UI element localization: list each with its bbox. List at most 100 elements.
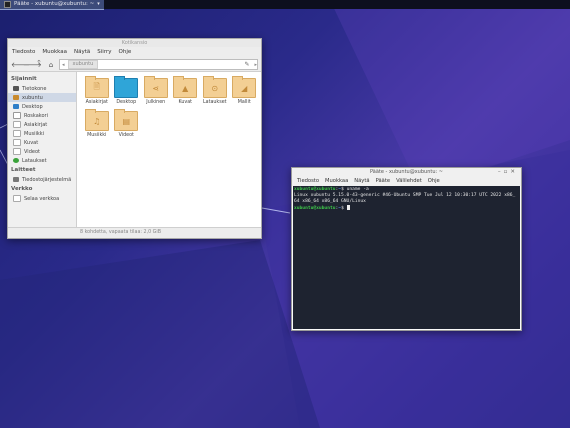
sidebar-label: Selaa verkkoa <box>24 195 60 202</box>
sidebar: Sijainnit Tietokone xubuntu Desktop Rosk… <box>8 72 77 228</box>
sidebar-item-downloads[interactable]: Lataukset <box>8 156 76 165</box>
sidebar-item-documents[interactable]: Asiakirjat <box>8 120 76 129</box>
templates-folder-icon: ◢ <box>232 76 257 98</box>
document-folder-icon: 🗎 <box>84 76 109 98</box>
videos-icon <box>13 148 21 155</box>
file-label: Videot <box>118 133 134 138</box>
terminal-line: xubuntu@xubuntu:~$ <box>294 205 519 212</box>
share-folder-icon: ⋖ <box>143 76 168 98</box>
window-title[interactable]: Kotikansio <box>8 39 261 47</box>
file-item-public[interactable]: ⋖ Julkinen <box>141 76 171 105</box>
downloads-folder-icon: ⊙ <box>202 76 227 98</box>
sidebar-item-browse-network[interactable]: Selaa verkkoa <box>8 194 76 203</box>
menu-item[interactable]: Muokkaa <box>325 177 348 186</box>
menu-item[interactable]: Näytä <box>354 177 369 186</box>
file-label: Kuvat <box>178 100 193 105</box>
file-label: Musiikki <box>87 133 107 138</box>
file-label: Desktop <box>116 100 137 105</box>
taskbar-label: Pääte - xubuntu@xubuntu: ~ <box>14 0 95 7</box>
file-item-documents[interactable]: 🗎 Asiakirjat <box>82 76 112 105</box>
file-item-desktop[interactable]: Desktop <box>112 76 142 105</box>
window-title[interactable]: Pääte - xubuntu@xubuntu: ~ –▫✕ <box>292 168 521 177</box>
sidebar-heading-places: Sijainnit <box>11 76 37 82</box>
videos-folder-icon: ▤ <box>114 109 139 131</box>
file-view[interactable]: 🗎 Asiakirjat Desktop ⋖ Julkinen ▲ Kuvat ⊙ La… <box>77 72 261 228</box>
sidebar-item-home[interactable]: xubuntu <box>8 93 76 102</box>
taskbar-button-terminal[interactable]: Pääte - xubuntu@xubuntu: ~ ▾ <box>0 0 104 10</box>
status-text: 8 kohdetta, vapaata tilaa: 2,0 GiB <box>80 230 162 235</box>
sidebar-label: Lataukset <box>22 157 47 164</box>
menu-item[interactable]: Pääte <box>376 177 390 186</box>
downloads-icon <box>13 158 19 163</box>
menu-bar: Tiedosto Muokkaa Näytä Siirry Ohje <box>8 47 261 58</box>
location-bar[interactable]: ◂ xubuntu ✎ ▸ <box>59 59 258 70</box>
file-label: Julkinen <box>146 100 166 105</box>
breadcrumb-home[interactable]: xubuntu <box>67 60 99 69</box>
terminal-title: Pääte - xubuntu@xubuntu: ~ <box>370 169 443 175</box>
sidebar-label: Roskakori <box>24 112 49 119</box>
terminal-icon <box>4 0 11 8</box>
menu-item[interactable]: Tiedosto <box>297 177 319 186</box>
sidebar-item-pictures[interactable]: Kuvat <box>8 138 76 147</box>
terminal-screen[interactable]: xubuntu@xubuntu:~$ uname -a Linux xubunt… <box>293 186 520 329</box>
file-label: Lataukset <box>202 100 227 105</box>
sidebar-label: Tiedostojärjestelmä <box>22 176 72 183</box>
menu-item[interactable]: Välilehdet <box>396 177 422 186</box>
chevron-left-icon[interactable]: ◂ <box>62 62 65 68</box>
edit-path-icon[interactable]: ✎ <box>244 61 249 68</box>
sidebar-heading-network: Verkko <box>11 186 33 192</box>
sidebar-label: Musiikki <box>24 130 45 137</box>
up-arrow-icon[interactable]: 🡑 <box>35 59 43 70</box>
documents-icon <box>13 121 21 128</box>
trash-icon <box>13 112 21 119</box>
sidebar-label: Videot <box>24 148 40 155</box>
sidebar-label: Kuvat <box>24 139 39 146</box>
sidebar-item-desktop[interactable]: Desktop <box>8 102 76 111</box>
back-arrow-icon[interactable]: 🡐 <box>11 60 30 69</box>
drive-icon <box>13 177 19 182</box>
prompt-user: xubuntu@xubuntu <box>294 206 336 211</box>
command-text: uname -a <box>343 187 369 192</box>
prompt-user: xubuntu@xubuntu <box>294 187 336 192</box>
sidebar-label: Tietokone <box>22 85 47 92</box>
terminal-window: Pääte - xubuntu@xubuntu: ~ –▫✕ Tiedosto … <box>291 167 522 331</box>
chevron-right-icon[interactable]: ▸ <box>254 62 257 68</box>
file-manager-body: Sijainnit Tietokone xubuntu Desktop Rosk… <box>8 72 261 228</box>
network-icon <box>13 195 21 202</box>
file-item-videos[interactable]: ▤ Videot <box>112 109 142 138</box>
menu-item[interactable]: Tiedosto <box>12 47 35 58</box>
prompt-symbol: $ <box>341 206 344 211</box>
menu-item[interactable]: Ohje <box>428 177 440 186</box>
menu-item[interactable]: Näytä <box>74 47 90 58</box>
menu-item[interactable]: Ohje <box>119 47 132 58</box>
top-panel: Pääte - xubuntu@xubuntu: ~ ▾ <box>0 0 570 10</box>
music-folder-icon: ♫ <box>84 109 109 131</box>
file-item-music[interactable]: ♫ Musiikki <box>82 109 112 138</box>
window-controls[interactable]: –▫✕ <box>498 168 518 177</box>
menu-item[interactable]: Siirry <box>97 47 111 58</box>
computer-icon <box>13 86 19 91</box>
forward-arrow-icon[interactable]: 🡒 <box>23 60 42 69</box>
sidebar-item-computer[interactable]: Tietokone <box>8 84 76 93</box>
home-icon[interactable]: ⌂ <box>47 61 55 69</box>
file-item-templates[interactable]: ◢ Mallit <box>230 76 260 105</box>
home-folder-icon <box>13 95 19 100</box>
sidebar-label: Desktop <box>22 103 43 110</box>
music-icon <box>13 130 21 137</box>
menu-item[interactable]: Muokkaa <box>42 47 67 58</box>
sidebar-heading-devices: Laitteet <box>11 167 36 173</box>
desktop-icon <box>13 104 19 109</box>
file-manager-window: Kotikansio Tiedosto Muokkaa Näytä Siirry… <box>7 38 262 239</box>
file-item-pictures[interactable]: ▲ Kuvat <box>171 76 201 105</box>
sidebar-label: Asiakirjat <box>24 121 48 128</box>
sidebar-label: xubuntu <box>22 94 43 101</box>
file-label: Mallit <box>237 100 251 105</box>
sidebar-item-filesystem[interactable]: Tiedostojärjestelmä <box>8 175 76 184</box>
menu-bar: Tiedosto Muokkaa Näytä Pääte Välilehdet … <box>292 177 521 186</box>
sidebar-item-trash[interactable]: Roskakori <box>8 111 76 120</box>
text-cursor <box>346 205 350 210</box>
sidebar-item-videos[interactable]: Videot <box>8 147 76 156</box>
sidebar-item-music[interactable]: Musiikki <box>8 129 76 138</box>
file-item-downloads[interactable]: ⊙ Lataukset <box>200 76 230 105</box>
chevron-down-icon: ▾ <box>97 0 100 7</box>
